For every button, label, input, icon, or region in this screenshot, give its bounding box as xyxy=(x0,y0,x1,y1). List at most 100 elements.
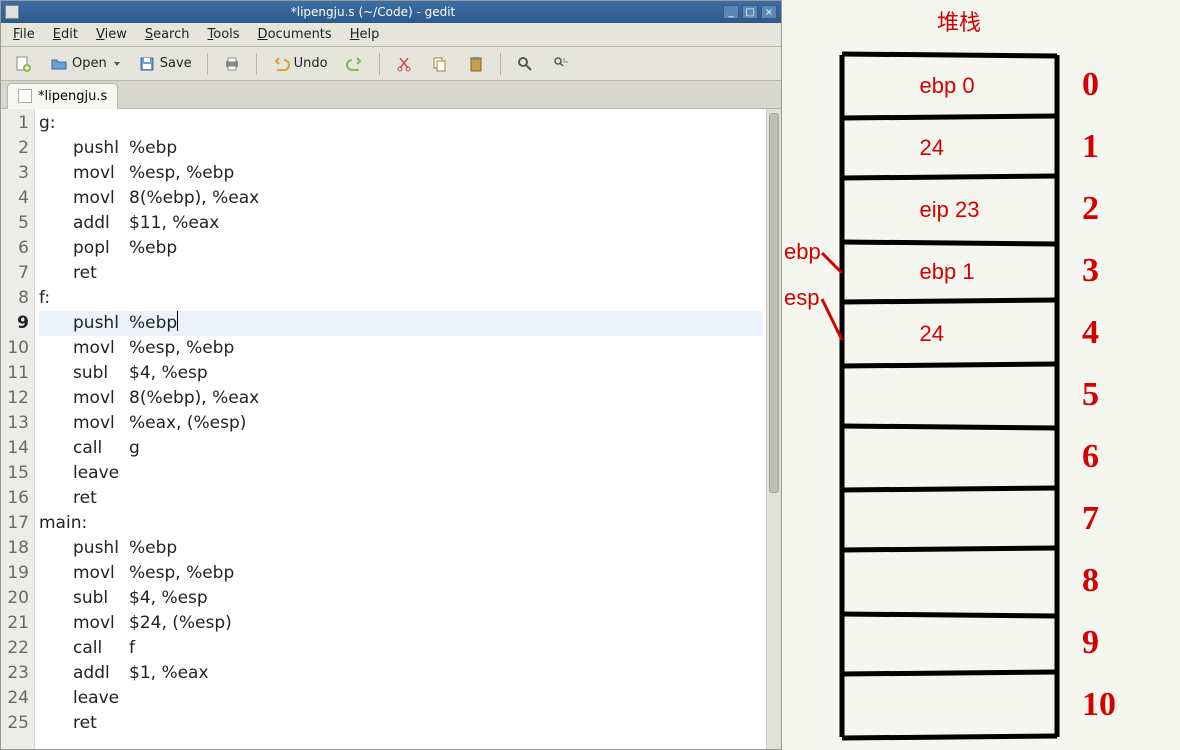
code-line[interactable]: leave xyxy=(39,461,762,486)
menubar: File Edit View Search Tools Documents He… xyxy=(1,23,781,47)
code-line[interactable]: movl%esp, %ebp xyxy=(39,561,762,586)
code-line[interactable]: movl$24, (%esp) xyxy=(39,611,762,636)
toolbar: Open Save Undo xyxy=(1,47,781,81)
print-button[interactable] xyxy=(216,51,248,77)
code-line[interactable]: g: xyxy=(39,111,762,136)
code-line[interactable]: ret xyxy=(39,261,762,286)
menu-documents[interactable]: Documents xyxy=(250,25,340,44)
menu-edit[interactable]: Edit xyxy=(45,25,86,44)
svg-text:1: 1 xyxy=(1082,128,1099,165)
code-line[interactable]: movl%esp, %ebp xyxy=(39,336,762,361)
code-line[interactable]: subl$4, %esp xyxy=(39,361,762,386)
svg-text:4: 4 xyxy=(1082,314,1099,351)
svg-text:ebp: ebp xyxy=(784,239,821,264)
app-icon xyxy=(5,5,19,19)
copy-button[interactable] xyxy=(424,51,456,77)
chevron-down-icon xyxy=(114,62,120,66)
code-line[interactable]: subl$4, %esp xyxy=(39,586,762,611)
code-area[interactable]: g:pushl%ebpmovl%esp, %ebpmovl8(%ebp), %e… xyxy=(35,109,766,749)
stack-diagram: 堆栈ebp 024eip 23ebp 124012345678910ebpesp xyxy=(782,0,1180,750)
text-caret xyxy=(177,311,178,331)
open-label: Open xyxy=(72,56,107,71)
svg-text:eip 23: eip 23 xyxy=(920,197,980,222)
window-controls: _ □ × xyxy=(723,5,777,19)
code-line[interactable]: leave xyxy=(39,686,762,711)
toolbar-separator xyxy=(379,53,380,75)
code-line[interactable]: ret xyxy=(39,711,762,736)
save-label: Save xyxy=(160,56,192,71)
code-line[interactable]: main: xyxy=(39,511,762,536)
code-line[interactable]: pushl%ebp xyxy=(39,136,762,161)
code-line[interactable]: addl$1, %eax xyxy=(39,661,762,686)
undo-icon xyxy=(272,55,290,73)
search-icon xyxy=(516,55,534,73)
code-line[interactable]: pushl%ebp xyxy=(39,536,762,561)
menu-search[interactable]: Search xyxy=(137,25,198,44)
cut-button[interactable] xyxy=(388,51,420,77)
vertical-scrollbar[interactable] xyxy=(766,109,781,749)
toolbar-separator xyxy=(207,53,208,75)
svg-text:9: 9 xyxy=(1082,624,1099,661)
menu-view[interactable]: View xyxy=(88,25,135,44)
redo-icon xyxy=(346,55,364,73)
tab-label: *lipengju.s xyxy=(38,89,107,104)
save-button[interactable]: Save xyxy=(131,51,199,77)
folder-open-icon xyxy=(50,55,68,73)
new-file-icon xyxy=(14,55,32,73)
code-line[interactable]: addl$11, %eax xyxy=(39,211,762,236)
find-replace-icon xyxy=(552,55,570,73)
code-line[interactable]: callf xyxy=(39,636,762,661)
svg-text:堆栈: 堆栈 xyxy=(937,10,981,35)
toolbar-separator xyxy=(500,53,501,75)
file-tab[interactable]: *lipengju.s xyxy=(7,83,118,109)
svg-text:7: 7 xyxy=(1082,500,1099,537)
save-icon xyxy=(138,55,156,73)
menu-tools[interactable]: Tools xyxy=(200,25,248,44)
code-line[interactable]: popl%ebp xyxy=(39,236,762,261)
maximize-button[interactable]: □ xyxy=(742,5,758,19)
svg-text:10: 10 xyxy=(1082,686,1116,723)
close-button[interactable]: × xyxy=(761,5,777,19)
svg-text:24: 24 xyxy=(920,321,944,346)
svg-text:2: 2 xyxy=(1082,190,1099,227)
svg-text:3: 3 xyxy=(1082,252,1099,289)
scrollbar-thumb[interactable] xyxy=(769,113,779,493)
code-line[interactable]: f: xyxy=(39,286,762,311)
code-line[interactable]: ret xyxy=(39,486,762,511)
line-number-gutter: 1234567891011121314151617181920212223242… xyxy=(1,109,35,749)
svg-text:esp: esp xyxy=(784,285,819,310)
tabstrip: *lipengju.s xyxy=(1,81,781,109)
new-file-button[interactable] xyxy=(7,51,39,77)
minimize-button[interactable]: _ xyxy=(723,5,739,19)
svg-text:ebp 0: ebp 0 xyxy=(920,73,975,98)
print-icon xyxy=(223,55,241,73)
gedit-window: *lipengju.s (~/Code) - gedit _ □ × File … xyxy=(0,0,782,750)
paste-icon xyxy=(467,55,485,73)
svg-text:6: 6 xyxy=(1082,438,1099,475)
menu-help[interactable]: Help xyxy=(342,25,388,44)
code-line[interactable]: callg xyxy=(39,436,762,461)
document-icon xyxy=(18,89,32,103)
copy-icon xyxy=(431,55,449,73)
find-replace-button[interactable] xyxy=(545,51,577,77)
paste-button[interactable] xyxy=(460,51,492,77)
svg-text:0: 0 xyxy=(1082,66,1099,103)
menu-file[interactable]: File xyxy=(5,25,43,44)
code-line[interactable]: movl8(%ebp), %eax xyxy=(39,186,762,211)
svg-text:24: 24 xyxy=(920,135,944,160)
toolbar-separator xyxy=(256,53,257,75)
code-line[interactable]: pushl%ebp xyxy=(39,311,762,336)
svg-text:ebp 1: ebp 1 xyxy=(920,259,975,284)
cut-icon xyxy=(395,55,413,73)
editor[interactable]: 1234567891011121314151617181920212223242… xyxy=(1,109,781,749)
open-button[interactable]: Open xyxy=(43,51,127,77)
redo-button[interactable] xyxy=(339,51,371,77)
undo-label: Undo xyxy=(294,56,328,71)
svg-text:5: 5 xyxy=(1082,376,1099,413)
code-line[interactable]: movl%esp, %ebp xyxy=(39,161,762,186)
titlebar: *lipengju.s (~/Code) - gedit _ □ × xyxy=(1,1,781,23)
code-line[interactable]: movl8(%ebp), %eax xyxy=(39,386,762,411)
code-line[interactable]: movl%eax, (%esp) xyxy=(39,411,762,436)
find-button[interactable] xyxy=(509,51,541,77)
undo-button[interactable]: Undo xyxy=(265,51,335,77)
